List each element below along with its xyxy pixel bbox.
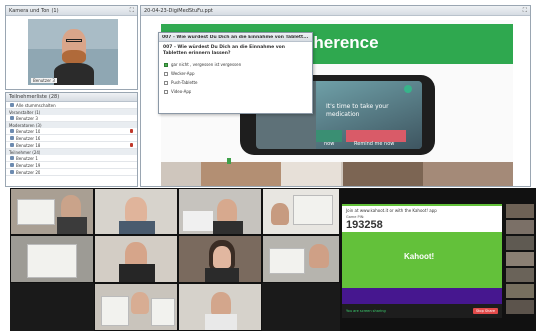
poll-option[interactable]: Push-Tablette	[159, 78, 312, 87]
slide-file-title: 20-04-23-DigiMedStuFu.ppt	[144, 7, 213, 14]
camera-pod-title: Kamera und Ton	[9, 7, 50, 14]
attendee-pod-count: (28)	[48, 94, 60, 100]
checkbox-icon[interactable]	[164, 80, 168, 85]
camera-pod-header: Kamera und Ton (1) ⛶	[6, 6, 137, 16]
thumbnail[interactable]	[506, 220, 534, 234]
share-toolbar: You are screen sharing Stop Share	[342, 304, 502, 318]
video-gallery	[10, 188, 340, 331]
kahoot-screen: Join at www.kahoot.it or with the Kahoot…	[342, 204, 502, 304]
share-status-text: You are screen sharing	[346, 309, 386, 313]
attendee-row[interactable]: Benutzer 10	[6, 128, 137, 135]
video-tile[interactable]	[262, 235, 340, 283]
user-icon	[10, 156, 14, 160]
phone-btn-right: Remind me now	[346, 130, 406, 147]
kahoot-bottom-bar	[342, 288, 502, 304]
phone-notification-text: It's time to take your medication	[326, 103, 389, 118]
participant-strip	[506, 204, 534, 322]
user-icon	[10, 170, 14, 174]
video-tile[interactable]	[178, 235, 262, 283]
attendee-row[interactable]: Benutzer 3	[6, 115, 137, 122]
microphone-icon	[130, 129, 133, 133]
screen-share-window: Join at www.kahoot.it or with the Kahoot…	[340, 188, 536, 331]
thumbnail[interactable]	[506, 204, 534, 218]
attendee-pod-title: Teilnehmerliste	[9, 94, 47, 100]
user-icon	[10, 129, 14, 133]
attendee-row[interactable]: Benutzer 1	[6, 155, 137, 162]
fullscreen-icon[interactable]: ⛶	[130, 7, 134, 15]
thumbnail[interactable]	[506, 236, 534, 250]
attendee-row[interactable]: Benutzer 16	[6, 135, 137, 142]
speaker-icon	[10, 103, 14, 107]
camera-pod-count: (1)	[51, 7, 59, 14]
thumbnail[interactable]	[506, 300, 534, 314]
poll-dialog: 007 - Wie würdest Du Dich an die Einnahm…	[158, 32, 313, 114]
thumbnail[interactable]	[506, 284, 534, 298]
user-icon	[10, 136, 14, 140]
video-tile[interactable]	[10, 235, 94, 283]
poll-question: 007 - Wie würdest Du Dich an die Einnahm…	[163, 45, 285, 56]
video-tile[interactable]	[262, 188, 340, 235]
attendee-pod-header: Teilnehmerliste (28)	[6, 93, 137, 102]
poll-option[interactable]: Video-App	[159, 87, 312, 96]
video-tile[interactable]	[94, 188, 178, 235]
video-tile[interactable]	[178, 283, 262, 331]
presenter-label: Benutzer 3	[31, 78, 57, 83]
user-icon	[10, 143, 14, 147]
thumbnail[interactable]	[506, 268, 534, 282]
checkbox-icon[interactable]	[164, 89, 168, 94]
kahoot-logo: Kahoot!	[404, 252, 435, 261]
kahoot-join-banner: Join at www.kahoot.it or with the Kahoot…	[342, 206, 502, 232]
slide-heading: dherence	[303, 33, 379, 52]
attendee-row[interactable]: Benutzer 18	[6, 142, 137, 149]
stop-share-button[interactable]: Stop Share	[472, 308, 498, 314]
slide-window: 20-04-23-DigiMedStuFu.ppt ⛶ dherence It'…	[140, 5, 531, 187]
presenter-video: Benutzer 3	[28, 19, 118, 85]
poll-option[interactable]: gar nicht , vergessen ist vergessen	[159, 60, 312, 69]
camera-pod: Kamera und Ton (1) ⛶ Benutzer 3	[5, 5, 138, 90]
video-tile[interactable]	[94, 283, 178, 331]
checkbox-icon[interactable]	[164, 71, 168, 76]
attendee-row[interactable]: Benutzer 20	[6, 169, 137, 176]
kahoot-join-text: Join at www.kahoot.it or with the Kahoot…	[346, 208, 437, 213]
video-tile[interactable]	[178, 188, 262, 235]
user-icon	[10, 116, 14, 120]
user-icon	[10, 163, 14, 167]
phone-btn-left: now	[316, 130, 342, 147]
thumbnail[interactable]	[506, 252, 534, 266]
poll-title: 007 - Wie würdest Du Dich an die Einnahm…	[162, 34, 309, 40]
attendee-pod: Teilnehmerliste (28) Alle stummschalten …	[5, 92, 138, 187]
video-tile[interactable]	[94, 235, 178, 283]
video-tile[interactable]	[10, 188, 94, 235]
checkbox-checked-icon[interactable]	[164, 62, 168, 67]
attendee-row[interactable]: Benutzer 19	[6, 162, 137, 169]
notification-close-icon	[404, 85, 412, 93]
poll-option[interactable]: Wecker-App	[159, 69, 312, 78]
poll-header: 007 - Wie würdest Du Dich an die Einnahm…	[159, 33, 312, 42]
slide-image-strip	[161, 158, 513, 186]
mute-all-button[interactable]: Alle stummschalten	[6, 102, 137, 109]
fullscreen-icon[interactable]: ⛶	[523, 7, 527, 15]
kahoot-pin: 193258	[346, 219, 383, 231]
slide-window-header: 20-04-23-DigiMedStuFu.ppt ⛶	[141, 6, 530, 16]
microphone-icon	[130, 143, 133, 147]
